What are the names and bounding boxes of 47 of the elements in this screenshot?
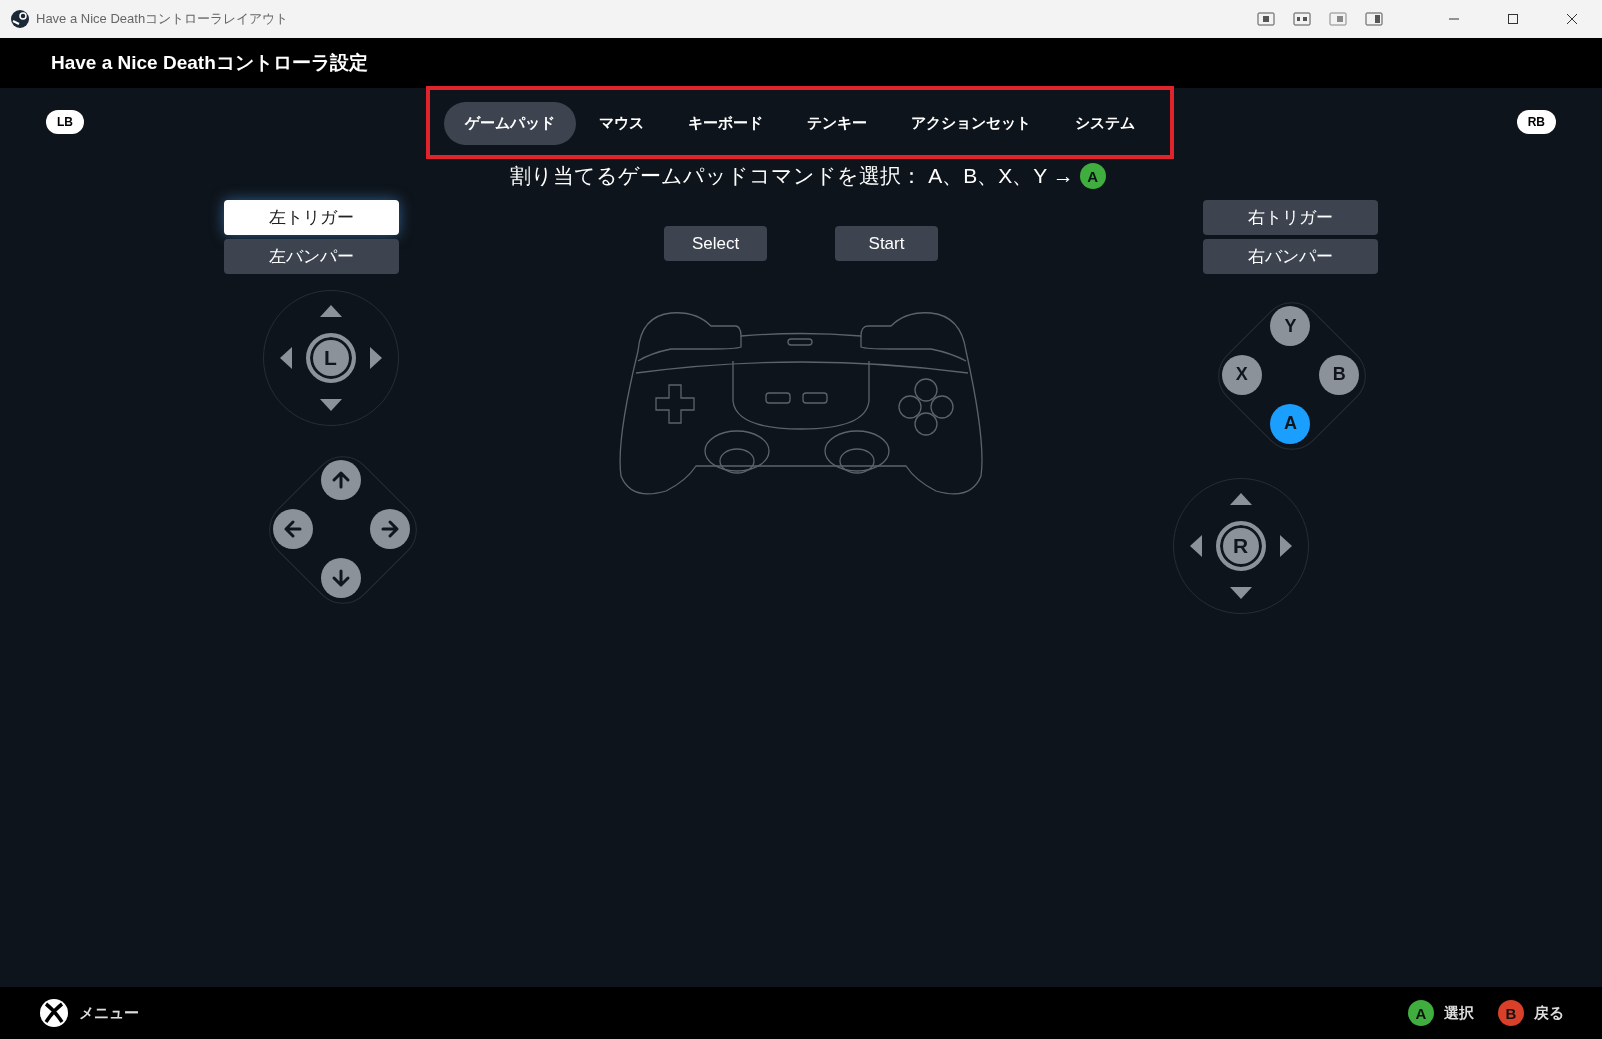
tab[interactable]: キーボード	[667, 101, 785, 145]
instruction-text: 割り当てるゲームパッドコマンドを選択： A、B、X、Y →	[510, 163, 1074, 189]
close-icon[interactable]	[1566, 13, 1578, 25]
window-icon[interactable]	[1365, 12, 1383, 26]
xbox-logo-icon[interactable]	[39, 998, 69, 1028]
dpad-down-button[interactable]	[321, 557, 362, 598]
triangle-right-icon	[1279, 535, 1292, 557]
face-button[interactable]: B	[1319, 355, 1360, 395]
tab[interactable]: マウス	[578, 101, 666, 145]
triangle-up-icon	[1229, 493, 1252, 505]
controller-button-badge: B	[1498, 1000, 1524, 1026]
dpad-up-button[interactable]	[321, 460, 362, 501]
action-label: 戻る	[1534, 1003, 1564, 1023]
stick-button[interactable]: R	[1215, 521, 1266, 571]
maximize-icon[interactable]	[1507, 13, 1519, 25]
triangle-down-icon	[1229, 587, 1252, 599]
dpad-right-button[interactable]	[370, 509, 411, 549]
a-button-badge: A	[1079, 163, 1106, 189]
face-button[interactable]: Y	[1270, 306, 1311, 347]
stick-button[interactable]: L	[305, 333, 356, 383]
tab[interactable]: テンキー	[786, 101, 889, 145]
app-logo-icon	[10, 9, 30, 29]
triangle-up-icon	[319, 305, 342, 317]
triangle-right-icon	[369, 347, 382, 369]
bumper-hint: RB	[1516, 110, 1556, 134]
screenshot-icon[interactable]	[1257, 12, 1275, 26]
controller-button[interactable]: Start	[835, 226, 938, 261]
dpad-left-button[interactable]	[272, 509, 313, 549]
face-button[interactable]: A	[1270, 403, 1311, 444]
action-label: 選択	[1444, 1003, 1474, 1023]
control-button[interactable]: 右トリガー	[1203, 200, 1378, 235]
control-button[interactable]: 左バンパー	[224, 239, 399, 274]
tab[interactable]: アクションセット	[890, 101, 1053, 145]
page-title: Have a Nice Deathコントローラ設定	[51, 51, 368, 75]
controller-button[interactable]: Select	[664, 226, 767, 261]
tab[interactable]: ゲームパッド	[444, 101, 577, 145]
triangle-down-icon	[319, 399, 342, 411]
window-title: Have a Nice Deathコントローラレイアウト	[36, 10, 289, 28]
face-button[interactable]: X	[1221, 355, 1262, 395]
triangle-left-icon	[1189, 535, 1202, 557]
menu-label: メニュー	[79, 1003, 139, 1023]
bumper-hint: LB	[46, 110, 84, 134]
control-button[interactable]: 左トリガー	[224, 200, 399, 235]
control-button[interactable]: 右バンパー	[1203, 239, 1378, 274]
controller-button-badge: A	[1408, 1000, 1434, 1026]
triangle-left-icon	[279, 347, 292, 369]
tab[interactable]: システム	[1054, 101, 1157, 145]
